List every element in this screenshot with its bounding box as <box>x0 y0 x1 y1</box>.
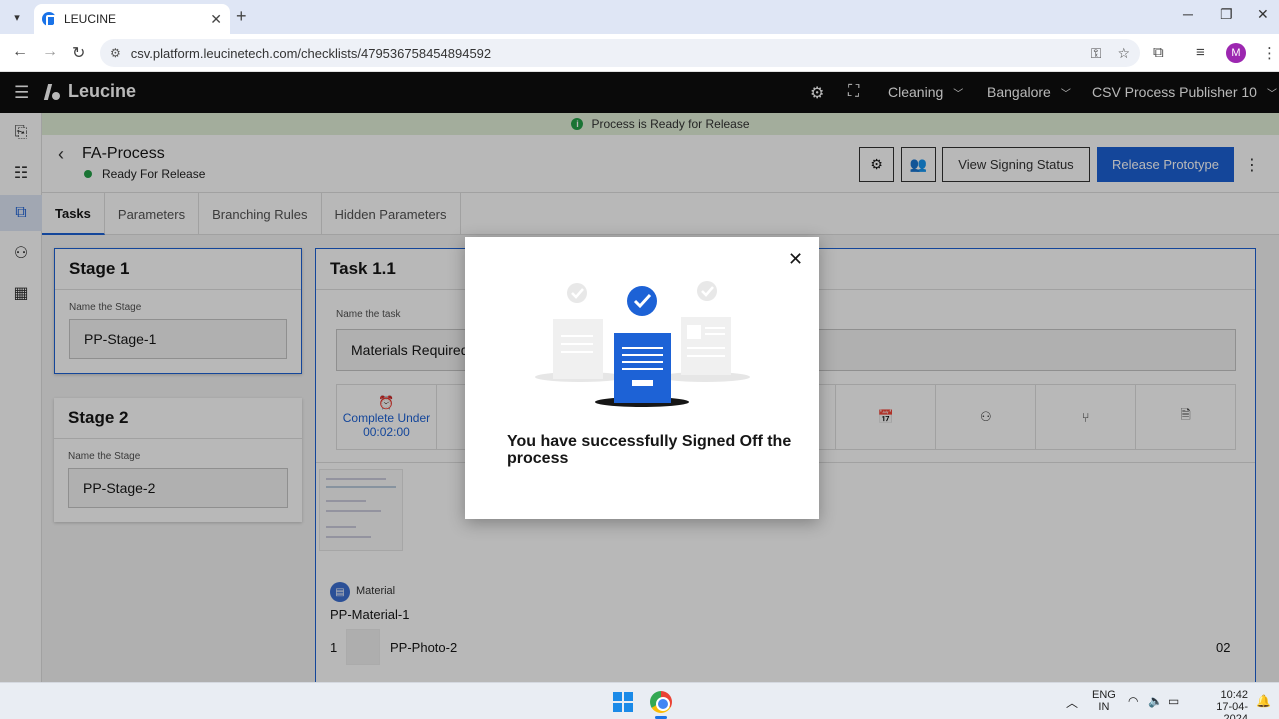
window-close-icon[interactable]: ✕ <box>1257 6 1269 23</box>
reload-icon[interactable]: ↻ <box>72 43 85 63</box>
battery-icon[interactable]: ▭ <box>1168 694 1179 708</box>
clock[interactable]: 10:42 17-04-2024 <box>1196 689 1248 719</box>
restore-icon[interactable]: ❐ <box>1220 6 1233 23</box>
language-bottom: IN <box>1098 701 1110 713</box>
bookmark-star-icon[interactable]: ☆ <box>1117 45 1130 62</box>
success-message: You have successfully Signed Off the pro… <box>507 433 792 467</box>
signed-documents-illustration <box>535 281 750 407</box>
clock-time: 10:42 <box>1220 689 1248 701</box>
browser-toolbar: ← → ↻ ⚙ csv.platform.leucinetech.com/che… <box>0 34 1279 72</box>
language-top: ENG <box>1092 689 1116 701</box>
media-control-icon[interactable]: ≡ <box>1196 44 1205 61</box>
close-icon[interactable]: ✕ <box>788 249 803 270</box>
password-key-icon[interactable]: ⚿ <box>1091 45 1102 62</box>
wifi-icon[interactable]: ◠ <box>1128 694 1138 708</box>
chrome-icon[interactable] <box>650 691 672 713</box>
address-bar[interactable]: ⚙ csv.platform.leucinetech.com/checklist… <box>100 39 1140 67</box>
forward-icon[interactable]: → <box>42 43 58 61</box>
speaker-icon[interactable]: 🔈 <box>1148 694 1163 708</box>
url-text: csv.platform.leucinetech.com/checklists/… <box>130 45 492 61</box>
extensions-icon[interactable]: ⧉ <box>1153 44 1164 61</box>
new-tab-icon[interactable]: + <box>236 6 247 27</box>
os-taskbar: ︿ ENG IN ◠ 🔈 ▭ 10:42 17-04-2024 🔔 <box>0 682 1279 719</box>
browser-tabstrip: ▾ LEUCINE ✕ + ─ ❐ ✕ <box>0 0 1279 34</box>
language-indicator[interactable]: ENG IN <box>1092 689 1116 713</box>
signoff-success-modal: ✕ You have successfully Signed Off the p… <box>465 237 819 519</box>
back-icon[interactable]: ← <box>12 43 28 61</box>
clock-date: 17-04-2024 <box>1216 701 1248 719</box>
browser-menu-icon[interactable]: ⋮ <box>1262 44 1277 62</box>
browser-tab-title: LEUCINE <box>64 12 117 26</box>
profile-avatar[interactable]: M <box>1226 43 1246 63</box>
tab-search-icon[interactable]: ▾ <box>6 6 28 28</box>
minimize-icon[interactable]: ─ <box>1183 6 1193 22</box>
leucine-favicon-icon <box>42 12 56 27</box>
browser-tab[interactable]: LEUCINE ✕ <box>34 4 230 34</box>
notification-bell-icon[interactable]: 🔔 <box>1256 694 1271 708</box>
windows-start-icon[interactable] <box>613 692 633 712</box>
site-info-icon[interactable]: ⚙ <box>110 46 121 60</box>
tray-chevron-up-icon[interactable]: ︿ <box>1066 694 1078 711</box>
close-tab-icon[interactable]: ✕ <box>210 11 222 28</box>
